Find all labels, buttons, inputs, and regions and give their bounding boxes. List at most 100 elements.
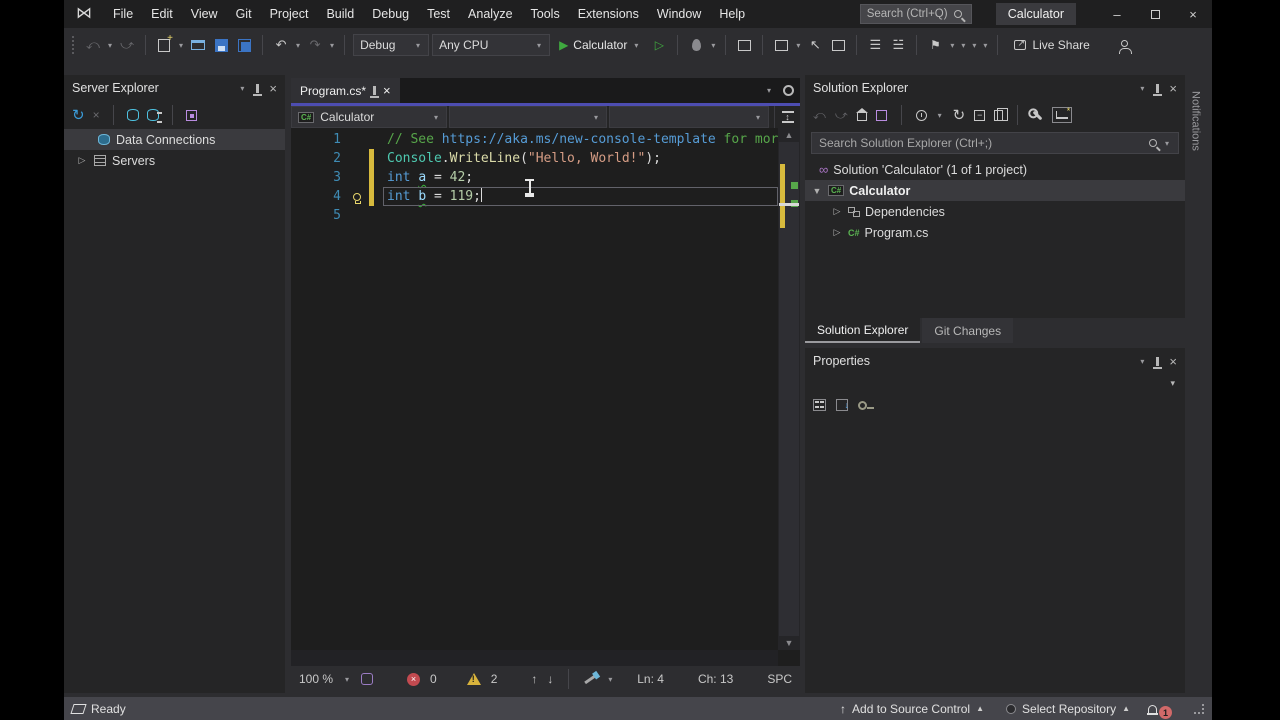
tree-item-program-cs[interactable]: ▷ C# Program.cs <box>805 222 1185 243</box>
redo-icon[interactable]: ↷ <box>305 33 325 57</box>
collapse-chevron-icon[interactable]: ▼ <box>811 186 823 196</box>
menu-window[interactable]: Window <box>648 2 710 26</box>
solution-configuration-select[interactable]: Debug▾ <box>353 34 429 56</box>
collapse-all-icon[interactable]: − <box>974 110 985 121</box>
maximize-button[interactable] <box>1136 0 1174 28</box>
connect-to-server-icon[interactable] <box>147 109 159 121</box>
navigate-to-chevron-icon[interactable]: ▾ <box>794 41 802 50</box>
expand-chevron-icon[interactable]: ▷ <box>831 206 843 217</box>
close-button[interactable]: × <box>1174 0 1212 28</box>
close-icon[interactable]: × <box>269 82 277 95</box>
error-icon[interactable]: × <box>407 673 420 686</box>
open-file-icon[interactable] <box>188 33 208 57</box>
quick-search-input[interactable]: Search (Ctrl+Q) <box>860 4 972 24</box>
menu-build[interactable]: Build <box>317 2 363 26</box>
refresh-icon[interactable]: ↻ <box>72 108 85 123</box>
menu-file[interactable]: File <box>104 2 142 26</box>
warning-icon[interactable] <box>467 673 481 685</box>
hot-reload-chevron-icon[interactable]: ▾ <box>709 41 717 50</box>
tab-program-cs[interactable]: Program.cs* × <box>291 78 400 103</box>
close-icon[interactable]: × <box>383 84 391 97</box>
navigate-to-icon[interactable] <box>771 33 791 57</box>
pin-icon[interactable] <box>373 86 376 95</box>
redo-chevron-icon[interactable]: ▾ <box>328 41 336 50</box>
lightbulb-icon[interactable] <box>349 193 365 201</box>
menu-extensions[interactable]: Extensions <box>569 2 648 26</box>
pin-icon[interactable] <box>1156 84 1159 93</box>
horizontal-scrollbar[interactable] <box>291 650 778 666</box>
uncomment-selection-icon[interactable]: ☱ <box>888 33 908 57</box>
solution-platform-select[interactable]: Any CPU▾ <box>432 34 550 56</box>
bookmark-prev-icon[interactable]: ▾ <box>948 41 956 50</box>
tree-item-servers[interactable]: ▷ Servers <box>64 150 285 171</box>
preview-selected-items-button[interactable] <box>1052 107 1072 123</box>
bookmark-folder-next-icon[interactable]: ▾ <box>981 41 989 50</box>
hot-reload-icon[interactable] <box>686 33 706 57</box>
save-icon[interactable] <box>211 33 231 57</box>
live-share-button[interactable]: Live Share <box>1006 38 1097 52</box>
tree-item-data-connections[interactable]: Data Connections <box>64 129 285 150</box>
server-explorer-title-bar[interactable]: Server Explorer ▾ × <box>64 75 285 101</box>
close-icon[interactable]: × <box>1169 355 1177 368</box>
next-issue-icon[interactable]: ↓ <box>547 672 553 686</box>
scrollbar-track[interactable] <box>779 142 799 636</box>
code-text[interactable]: int a = 42; <box>383 168 778 187</box>
select-pointer-icon[interactable]: ↖ <box>805 33 825 57</box>
code-text[interactable]: int b = 119; <box>383 187 778 206</box>
tab-solution-explorer[interactable]: Solution Explorer <box>805 318 920 343</box>
expand-chevron-icon[interactable]: ▷ <box>831 227 843 238</box>
tab-git-changes[interactable]: Git Changes <box>922 318 1013 343</box>
back-icon[interactable]: ⤺ <box>813 108 826 123</box>
pin-icon[interactable] <box>1156 357 1159 366</box>
code-text[interactable]: Console.WriteLine("Hello, World!"); <box>383 149 778 168</box>
active-files-chevron-icon[interactable]: ▾ <box>765 86 773 95</box>
vertical-scrollbar[interactable]: ▲ ▼ <box>778 128 800 650</box>
properties-object-select[interactable]: ▾ <box>807 374 1183 392</box>
menu-git[interactable]: Git <box>227 2 261 26</box>
tree-item-dependencies[interactable]: ▷ Dependencies <box>805 201 1185 222</box>
menu-edit[interactable]: Edit <box>142 2 182 26</box>
select-repository-button[interactable]: Select Repository ▲ <box>1006 702 1130 716</box>
bookmark-toggle-icon[interactable]: ⚑ <box>925 33 945 57</box>
sync-icon[interactable]: ↻ <box>953 108 966 123</box>
scroll-down-icon[interactable]: ▼ <box>778 636 800 650</box>
find-in-files-icon[interactable] <box>734 33 754 57</box>
start-debugging-button[interactable]: ▶ Calculator ▾ <box>553 33 646 57</box>
code-text[interactable]: // See https://aka.ms/new-console-templa… <box>383 130 778 149</box>
type-dropdown[interactable]: ▾ <box>449 106 607 128</box>
window-position-chevron-icon[interactable]: ▾ <box>1138 357 1146 366</box>
comment-selection-icon[interactable]: ☰ <box>865 33 885 57</box>
minimize-button[interactable]: – <box>1098 0 1136 28</box>
switch-views-icon[interactable] <box>876 110 887 121</box>
code-line[interactable]: 2Console.WriteLine("Hello, World!"); <box>291 149 778 168</box>
sharepoint-connections-icon[interactable] <box>186 110 197 121</box>
share-person-icon[interactable] <box>1115 33 1135 57</box>
bookmark-folder-prev-icon[interactable]: ▾ <box>970 41 978 50</box>
alphabetical-sort-icon[interactable] <box>836 399 848 411</box>
pin-icon[interactable] <box>256 84 259 93</box>
stop-refresh-icon[interactable]: × <box>93 108 100 122</box>
menu-view[interactable]: View <box>182 2 227 26</box>
new-project-chevron-icon[interactable]: ▾ <box>177 41 185 50</box>
menu-debug[interactable]: Debug <box>363 2 418 26</box>
error-count[interactable]: 0 <box>430 672 437 686</box>
split-window-button[interactable]: ↕ <box>774 106 800 128</box>
solution-search-input[interactable]: Search Solution Explorer (Ctrl+;) ▾ <box>811 132 1179 154</box>
start-without-debugging-icon[interactable]: ▷ <box>649 33 669 57</box>
toolbar-grip[interactable] <box>72 36 76 54</box>
notifications-bell-button[interactable]: 1 <box>1148 702 1186 715</box>
close-icon[interactable]: × <box>1169 82 1177 95</box>
code-line[interactable]: 5 <box>291 206 778 225</box>
code-line[interactable]: 1// See https://aka.ms/new-console-templ… <box>291 130 778 149</box>
tree-item-project-calculator[interactable]: ▼ C# Calculator <box>805 180 1185 201</box>
navigate-forward-icon[interactable]: ⤻ <box>117 33 137 57</box>
search-chevron-icon[interactable]: ▾ <box>1163 139 1171 148</box>
bookmark-next-icon[interactable]: ▾ <box>959 41 967 50</box>
prev-issue-icon[interactable]: ↑ <box>531 672 537 686</box>
undo-chevron-icon[interactable]: ▾ <box>294 41 302 50</box>
zoom-level[interactable]: 100 % <box>299 672 333 686</box>
menu-test[interactable]: Test <box>418 2 459 26</box>
menu-project[interactable]: Project <box>261 2 318 26</box>
filter-chevron-icon[interactable]: ▾ <box>936 111 944 120</box>
properties-title-bar[interactable]: Properties ▾ × <box>805 348 1185 374</box>
